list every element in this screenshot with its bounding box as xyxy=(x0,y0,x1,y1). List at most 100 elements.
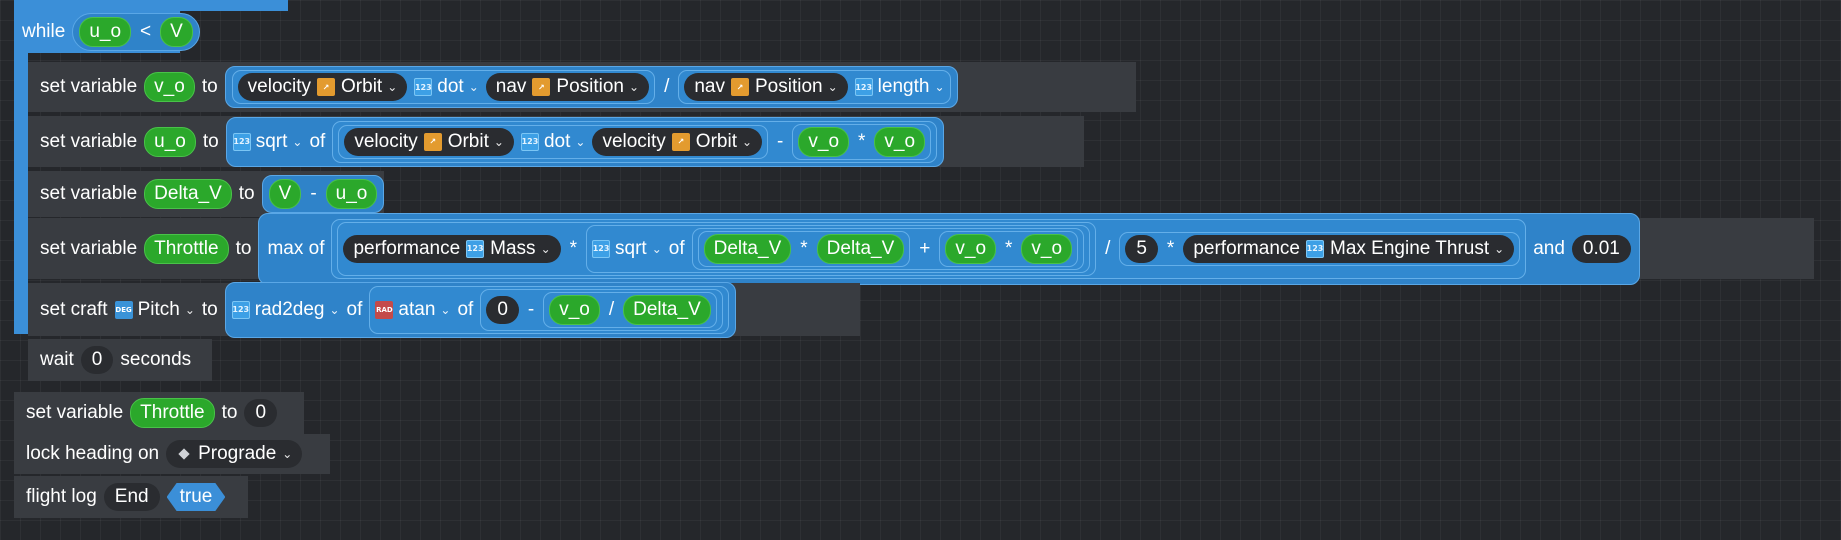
number-type-icon: 123 xyxy=(520,132,539,151)
divide-expression[interactable]: performance 123 Mass ⌄ * 123 sqrt ⌄ of Del… xyxy=(331,218,1527,279)
nav-getter[interactable]: nav ↗ Position ⌄ xyxy=(485,73,650,101)
variable-chip[interactable]: Delta_V xyxy=(623,294,711,325)
variable-chip[interactable]: v_o xyxy=(798,126,850,157)
operator: < xyxy=(140,21,152,42)
length-expression[interactable]: nav ↗ Position ⌄ 123 length ⌄ xyxy=(678,70,951,104)
performance-getter[interactable]: performance 123 Max Engine Thrust ⌄ xyxy=(1183,234,1515,263)
add-expression[interactable]: Delta_V * Delta_V + v_o * v_o xyxy=(691,227,1085,270)
variable-chip[interactable]: Delta_V xyxy=(144,179,232,209)
variable-chip[interactable]: v_o xyxy=(144,72,195,102)
multiply-expression[interactable]: performance 123 Mass ⌄ * 123 sqrt ⌄ of Del… xyxy=(337,221,1097,276)
number-input[interactable]: 0 xyxy=(486,295,519,324)
craft-property-dropdown[interactable]: DEG Pitch ⌄ xyxy=(114,299,195,321)
variable-chip[interactable]: Delta_V xyxy=(703,233,792,264)
divide-expression[interactable]: v_o / Delta_V xyxy=(543,291,717,328)
to-label: to xyxy=(201,298,218,320)
dot-expression[interactable]: velocity ↗ Orbit ⌄ 123 dot ⌄ nav ↗ Positio… xyxy=(231,70,656,104)
rad2deg-function[interactable]: 123 rad2deg ⌄ of RAD atan ⌄ of 0 - v_o / D… xyxy=(224,281,736,338)
orbit-dropdown[interactable]: Orbit ⌄ xyxy=(448,131,504,153)
sqrt-function[interactable]: 123 sqrt ⌄ of velocity ↗ Orbit ⌄ 123 dot ⌄ … xyxy=(225,116,945,167)
operator: * xyxy=(569,237,578,259)
heading-dropdown[interactable]: Prograde ⌄ xyxy=(166,440,303,468)
variable-chip[interactable]: v_o xyxy=(874,126,926,157)
position-type-icon: ↗ xyxy=(317,78,336,96)
variable-chip[interactable]: u_o xyxy=(325,179,378,209)
number-type-icon: 123 xyxy=(232,132,251,151)
orbit-dropdown[interactable]: Orbit ⌄ xyxy=(696,131,752,153)
set-variable-block[interactable]: set variable Delta_V to V - u_o xyxy=(28,171,385,217)
function-dropdown[interactable]: RAD atan ⌄ xyxy=(375,299,450,321)
dot-expression[interactable]: velocity ↗ Orbit ⌄ 123 dot ⌄ velocity ↗ Or… xyxy=(338,124,769,159)
nav-getter[interactable]: nav ↗ Position ⌄ xyxy=(684,73,848,101)
position-dropdown[interactable]: Position ⌄ xyxy=(556,76,639,98)
vector-op-dropdown[interactable]: 123 dot ⌄ xyxy=(414,76,479,98)
set-variable-block[interactable]: set variable Throttle to 0 xyxy=(14,392,304,434)
variable-chip[interactable]: Throttle xyxy=(144,233,229,264)
chevron-down-icon: ⌄ xyxy=(387,80,398,94)
chevron-down-icon: ⌄ xyxy=(934,80,945,94)
number-input[interactable]: 5 xyxy=(1125,234,1158,263)
variable-chip[interactable]: Delta_V xyxy=(816,233,905,264)
function-dropdown[interactable]: 123 rad2deg ⌄ xyxy=(231,299,340,321)
position-dropdown[interactable]: Position ⌄ xyxy=(755,76,838,98)
multiply-expression[interactable]: Delta_V * Delta_V xyxy=(697,230,911,267)
multiply-expression[interactable]: 5 * performance 123 Max Engine Thrust ⌄ xyxy=(1119,231,1521,266)
set-variable-label: set variable xyxy=(40,183,138,204)
number-input[interactable]: 0.01 xyxy=(1571,234,1631,263)
boolean-chip[interactable]: true xyxy=(167,483,226,511)
variable-chip[interactable]: V xyxy=(160,17,193,47)
atan-function[interactable]: RAD atan ⌄ of 0 - v_o / Delta_V xyxy=(369,285,729,334)
chevron-down-icon: ⌄ xyxy=(575,134,586,149)
function-dropdown[interactable]: 123 sqrt ⌄ xyxy=(592,238,662,260)
while-keyword: while xyxy=(22,21,66,42)
while-condition[interactable]: u_o < V xyxy=(72,13,200,51)
wait-block[interactable]: wait 0 seconds xyxy=(28,339,212,381)
set-variable-label: set variable xyxy=(26,402,124,423)
operator: - xyxy=(777,130,784,152)
multiply-expression[interactable]: v_o * v_o xyxy=(792,123,932,160)
set-variable-block[interactable]: set variable u_o to 123 sqrt ⌄ of velocit… xyxy=(28,116,1084,167)
vector-op-dropdown[interactable]: 123 length ⌄ xyxy=(854,76,945,98)
lock-heading-block[interactable]: lock heading on Prograde ⌄ xyxy=(14,434,330,474)
variable-chip[interactable]: v_o xyxy=(1021,233,1073,264)
number-input[interactable]: 0 xyxy=(244,399,278,427)
variable-chip[interactable]: u_o xyxy=(144,126,196,157)
lock-heading-label: lock heading on xyxy=(26,443,160,464)
chevron-down-icon: ⌄ xyxy=(741,134,753,149)
number-type-icon: 123 xyxy=(592,239,611,258)
variable-chip[interactable]: u_o xyxy=(79,17,132,47)
text-input[interactable]: End xyxy=(103,483,160,511)
set-variable-block[interactable]: set variable v_o to velocity ↗ Orbit ⌄ 12… xyxy=(28,62,1136,112)
velocity-getter[interactable]: velocity ↗ Orbit ⌄ xyxy=(344,127,514,156)
set-variable-block[interactable]: set variable Throttle to max of performa… xyxy=(28,212,1814,285)
subtract-expression[interactable]: V - u_o xyxy=(261,175,385,213)
variable-chip[interactable]: Throttle xyxy=(130,398,215,428)
chevron-down-icon: ⌄ xyxy=(282,447,293,461)
subtract-expression[interactable]: 0 - v_o / Delta_V xyxy=(480,288,723,331)
divide-expression[interactable]: velocity ↗ Orbit ⌄ 123 dot ⌄ nav ↗ Positio… xyxy=(224,66,958,108)
vector-op-dropdown[interactable]: 123 dot ⌄ xyxy=(520,131,586,153)
velocity-getter[interactable]: velocity ↗ Orbit ⌄ xyxy=(237,73,408,101)
operator: / xyxy=(1105,237,1111,259)
max-function[interactable]: max of performance 123 Mass ⌄ * 123 sqrt ⌄… xyxy=(258,212,1640,285)
subtract-expression[interactable]: velocity ↗ Orbit ⌄ 123 dot ⌄ velocity ↗ Or… xyxy=(332,120,938,163)
set-craft-block[interactable]: set craft DEG Pitch ⌄ to 123 rad2deg ⌄ of … xyxy=(28,281,860,338)
velocity-getter[interactable]: velocity ↗ Orbit ⌄ xyxy=(592,127,763,156)
while-block[interactable]: while u_o < V xyxy=(14,11,200,53)
and-label: and xyxy=(1533,237,1565,259)
orbit-dropdown[interactable]: Orbit ⌄ xyxy=(341,76,397,98)
flight-log-block[interactable]: flight log End true xyxy=(14,476,248,518)
multiply-expression[interactable]: v_o * v_o xyxy=(939,230,1079,267)
variable-chip[interactable]: v_o xyxy=(945,233,997,264)
number-type-icon: 123 xyxy=(466,239,485,258)
thrust-dropdown[interactable]: Max Engine Thrust ⌄ xyxy=(1330,238,1504,260)
variable-chip[interactable]: v_o xyxy=(549,294,600,325)
to-label: to xyxy=(201,76,218,97)
function-dropdown[interactable]: 123 sqrt ⌄ xyxy=(232,131,302,153)
number-type-icon: 123 xyxy=(854,78,873,96)
mass-dropdown[interactable]: Mass ⌄ xyxy=(490,238,550,260)
variable-chip[interactable]: V xyxy=(268,179,302,209)
number-input[interactable]: 0 xyxy=(80,346,114,374)
sqrt-function[interactable]: 123 sqrt ⌄ of Delta_V * Delta_V + v_o * … xyxy=(586,224,1091,273)
performance-getter[interactable]: performance 123 Mass ⌄ xyxy=(343,234,561,263)
